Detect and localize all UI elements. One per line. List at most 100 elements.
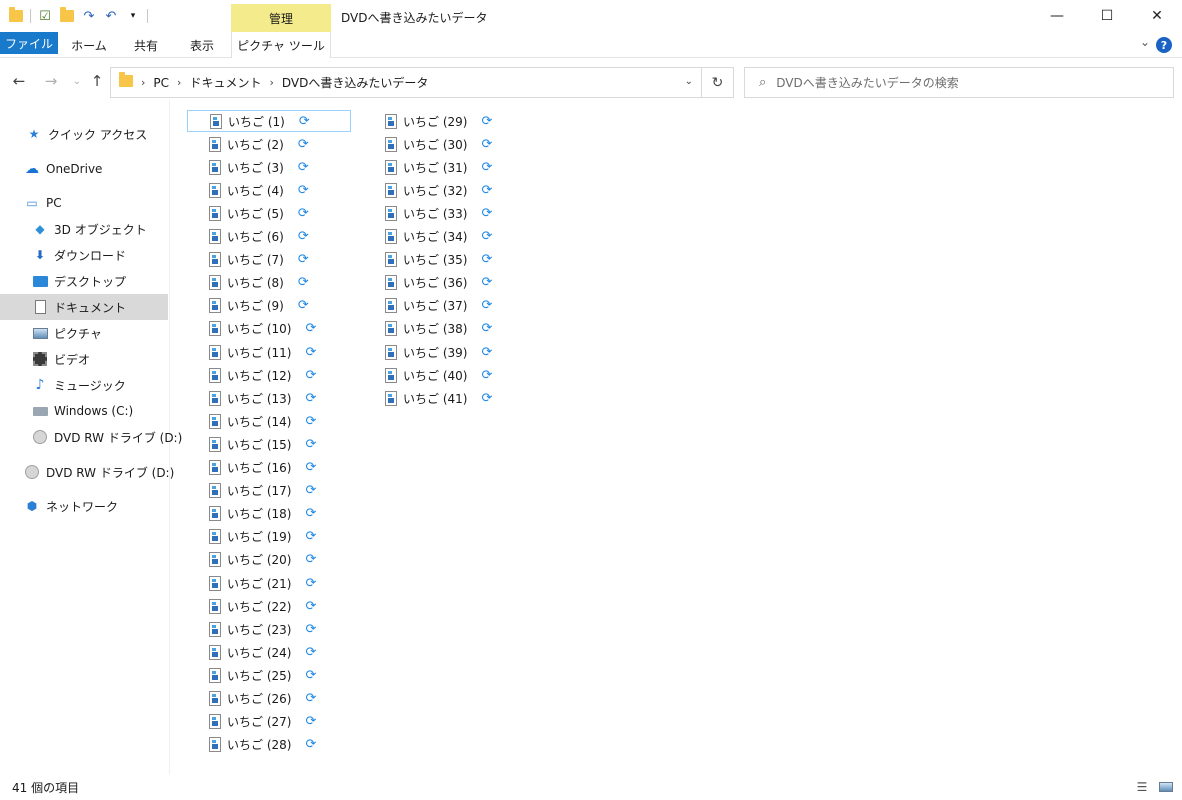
file-item[interactable]: いちご (16) ⟳ [187, 457, 351, 479]
chevron-right-icon[interactable]: › [177, 76, 181, 89]
file-item[interactable]: いちご (17) ⟳ [187, 480, 351, 502]
file-item[interactable]: いちご (41) ⟳ [363, 387, 527, 409]
file-item[interactable]: いちご (23) ⟳ [187, 618, 351, 640]
image-file-icon [209, 552, 221, 568]
sidebar-item-windows-c[interactable]: Windows (C:) [0, 398, 168, 424]
file-item[interactable]: いちご (19) ⟳ [187, 526, 351, 548]
file-item[interactable]: いちご (3) ⟳ [187, 156, 351, 178]
chevron-right-icon[interactable]: › [269, 76, 273, 89]
file-name: いちご (22) [227, 599, 292, 614]
redo-icon[interactable]: ↷ [81, 8, 97, 24]
search-input[interactable] [776, 75, 1157, 90]
sync-status-icon: ⟳ [297, 275, 309, 291]
file-item[interactable]: いちご (36) ⟳ [363, 272, 527, 294]
file-item[interactable]: いちご (18) ⟳ [187, 503, 351, 525]
close-button[interactable]: ✕ [1132, 0, 1182, 32]
address-bar[interactable]: › PC › ドキュメント › DVDへ書き込みたいデータ ⌄ [110, 67, 702, 98]
video-icon [32, 351, 48, 367]
tab-share[interactable]: 共有 [120, 32, 172, 58]
sidebar-item-dvd-drive[interactable]: DVD RW ドライブ (D:) [0, 424, 182, 450]
refresh-button[interactable]: ↻ [702, 67, 734, 98]
sidebar-item-videos[interactable]: ビデオ [0, 346, 168, 372]
forward-arrow-icon[interactable]: → [40, 70, 62, 92]
tab-home[interactable]: ホーム [62, 32, 116, 58]
file-item[interactable]: いちご (9) ⟳ [187, 295, 351, 317]
help-icon[interactable]: ? [1156, 37, 1172, 53]
breadcrumb-documents[interactable]: ドキュメント [189, 74, 261, 91]
file-name: いちご (21) [227, 576, 292, 591]
chevron-right-icon[interactable]: › [141, 76, 145, 89]
file-item[interactable]: いちご (26) ⟳ [187, 688, 351, 710]
file-item[interactable]: いちご (15) ⟳ [187, 433, 351, 455]
customize-dropdown-icon[interactable]: ▾ [125, 8, 141, 24]
image-file-icon [209, 644, 221, 660]
new-folder-icon[interactable] [59, 7, 75, 24]
file-item[interactable]: いちご (10) ⟳ [187, 318, 351, 340]
status-bar: 41 個の項目 [0, 775, 1182, 800]
file-item[interactable]: いちご (35) ⟳ [363, 249, 527, 271]
file-item[interactable]: いちご (7) ⟳ [187, 249, 351, 271]
file-item[interactable]: いちご (27) ⟳ [187, 711, 351, 733]
breadcrumb-pc[interactable]: PC [153, 76, 169, 90]
file-item[interactable]: いちご (20) ⟳ [187, 549, 351, 571]
sidebar-item-downloads[interactable]: ⬇ ダウンロード [0, 242, 168, 268]
folder-icon[interactable] [8, 7, 24, 24]
large-icons-view-icon[interactable] [1158, 780, 1174, 794]
sidebar-item-documents[interactable]: ドキュメント [0, 294, 168, 320]
file-item[interactable]: いちご (1) ⟳ [187, 110, 351, 132]
sidebar-item-pc[interactable]: ▭ PC [0, 190, 168, 216]
image-file-icon [385, 298, 397, 314]
manage-tab[interactable]: 管理 [231, 4, 331, 32]
file-item[interactable]: いちご (31) ⟳ [363, 156, 527, 178]
sidebar-item-desktop[interactable]: デスクトップ [0, 268, 168, 294]
file-item[interactable]: いちご (14) ⟳ [187, 410, 351, 432]
file-item[interactable]: いちご (30) ⟳ [363, 133, 527, 155]
sidebar-item-music[interactable]: ♪ ミュージック [0, 372, 168, 398]
sidebar-item-pictures[interactable]: ピクチャ [0, 320, 168, 346]
file-item[interactable]: いちご (6) ⟳ [187, 226, 351, 248]
details-view-icon[interactable]: ☰ [1134, 780, 1150, 794]
search-box[interactable]: ⌕ [744, 67, 1174, 98]
breadcrumb-current-folder[interactable]: DVDへ書き込みたいデータ [282, 74, 428, 91]
expand-ribbon-icon[interactable]: ⌄ [1140, 35, 1150, 49]
file-item[interactable]: いちご (8) ⟳ [187, 272, 351, 294]
file-item[interactable]: いちご (34) ⟳ [363, 226, 527, 248]
file-item[interactable]: いちご (32) ⟳ [363, 179, 527, 201]
file-item[interactable]: いちご (11) ⟳ [187, 341, 351, 363]
tab-view[interactable]: 表示 [176, 32, 228, 58]
file-item[interactable]: いちご (13) ⟳ [187, 387, 351, 409]
sidebar-item-quick-access[interactable]: ★ クイック アクセス [0, 121, 168, 147]
file-item[interactable]: いちご (38) ⟳ [363, 318, 527, 340]
recent-locations-icon[interactable]: ⌄ [66, 70, 88, 92]
image-file-icon [385, 275, 397, 291]
sidebar-item-onedrive[interactable]: ☁ OneDrive [0, 156, 168, 182]
sidebar-item-label: DVD RW ドライブ (D:) [54, 430, 183, 445]
file-item[interactable]: いちご (28) ⟳ [187, 734, 351, 756]
file-item[interactable]: いちご (21) ⟳ [187, 572, 351, 594]
file-item[interactable]: いちご (2) ⟳ [187, 133, 351, 155]
properties-check-icon[interactable]: ☑ [37, 8, 53, 24]
sidebar-item-3d-objects[interactable]: ◆ 3D オブジェクト [0, 216, 168, 242]
back-arrow-icon[interactable]: ← [8, 70, 30, 92]
undo-icon[interactable]: ↶ [103, 8, 119, 24]
file-item[interactable]: いちご (33) ⟳ [363, 202, 527, 224]
file-item[interactable]: いちご (25) ⟳ [187, 664, 351, 686]
maximize-button[interactable]: ☐ [1082, 0, 1132, 32]
file-name: いちご (23) [227, 622, 292, 637]
file-item[interactable]: いちご (40) ⟳ [363, 364, 527, 386]
minimize-button[interactable]: — [1032, 0, 1082, 32]
sidebar-item-dvd-drive-root[interactable]: DVD RW ドライブ (D:) [0, 459, 174, 485]
file-item[interactable]: いちご (24) ⟳ [187, 641, 351, 663]
sidebar-item-network[interactable]: ⬢ ネットワーク [0, 493, 168, 519]
tab-picture-tools[interactable]: ピクチャ ツール [231, 32, 331, 58]
address-dropdown-icon[interactable]: ⌄ [685, 76, 693, 87]
file-item[interactable]: いちご (4) ⟳ [187, 179, 351, 201]
up-arrow-icon[interactable]: ↑ [86, 70, 108, 92]
file-item[interactable]: いちご (12) ⟳ [187, 364, 351, 386]
file-item[interactable]: いちご (5) ⟳ [187, 202, 351, 224]
file-item[interactable]: いちご (22) ⟳ [187, 595, 351, 617]
tab-file[interactable]: ファイル [0, 32, 58, 54]
file-item[interactable]: いちご (39) ⟳ [363, 341, 527, 363]
file-item[interactable]: いちご (29) ⟳ [363, 110, 527, 132]
file-item[interactable]: いちご (37) ⟳ [363, 295, 527, 317]
